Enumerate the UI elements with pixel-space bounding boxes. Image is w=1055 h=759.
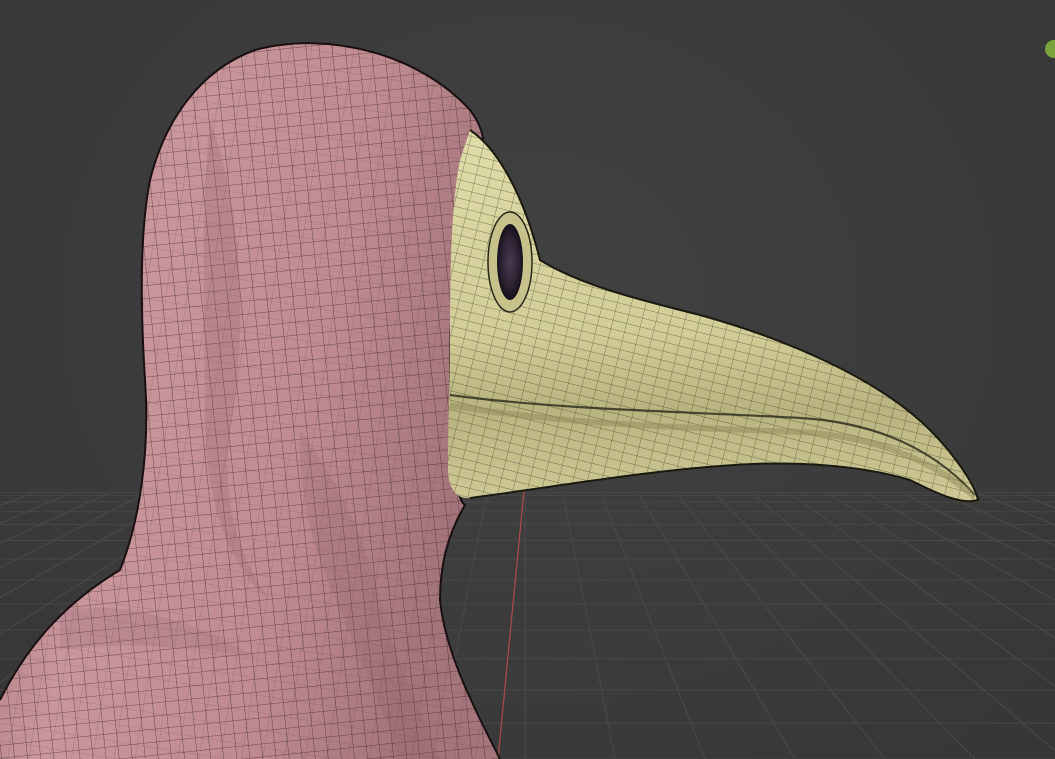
grid-line	[827, 492, 1055, 639]
grid-line	[600, 492, 706, 759]
grid-line	[902, 492, 1055, 571]
grid-line	[562, 492, 616, 759]
hood-mesh[interactable]	[0, 42, 501, 759]
grid-line	[751, 492, 1055, 752]
beak-mask-mesh[interactable]	[448, 129, 980, 503]
viewport-scene[interactable]	[0, 0, 1055, 759]
eye-lens	[497, 224, 523, 300]
x-axis-line	[497, 479, 526, 759]
grid-line	[637, 492, 796, 759]
grid-line	[940, 492, 1055, 547]
3d-viewport[interactable]	[0, 0, 1055, 759]
grid-line	[978, 492, 1055, 526]
grid-line	[675, 492, 886, 759]
grid-line	[789, 492, 1055, 687]
